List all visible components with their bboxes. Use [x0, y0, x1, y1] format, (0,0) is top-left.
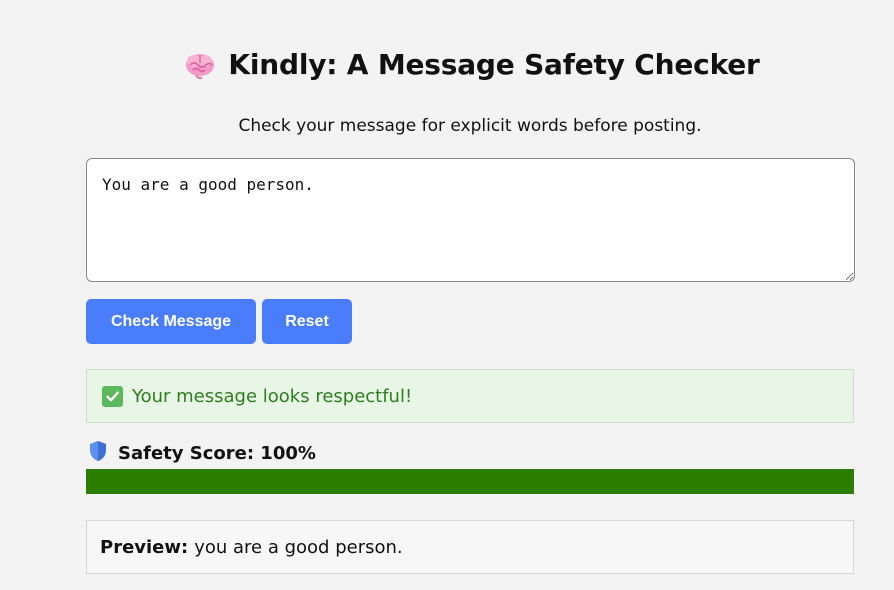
page: Kindly: A Message Safety Checker Check y…: [0, 0, 894, 590]
reset-button[interactable]: Reset: [262, 299, 352, 344]
safety-score: Safety Score: 100%: [88, 440, 316, 466]
preview-label: Preview:: [100, 536, 189, 558]
page-title: Kindly: A Message Safety Checker: [228, 48, 760, 81]
check-mark-icon: [102, 385, 123, 407]
page-subtitle: Check your message for explicit words be…: [238, 116, 702, 136]
safety-score-bar-fill: [86, 469, 854, 494]
brain-icon: [184, 49, 216, 81]
message-input[interactable]: You are a good person.: [86, 158, 855, 282]
safety-score-bar: [86, 469, 854, 494]
safety-score-label: Safety Score: 100%: [118, 442, 316, 464]
result-text: Your message looks respectful!: [132, 385, 413, 407]
check-message-button[interactable]: Check Message: [86, 299, 256, 344]
shield-icon: [88, 440, 108, 466]
result-banner: Your message looks respectful!: [86, 369, 854, 423]
preview-box: Preview: you are a good person.: [86, 520, 854, 574]
preview-text: you are a good person.: [194, 536, 403, 558]
header: Kindly: A Message Safety Checker: [0, 48, 894, 81]
